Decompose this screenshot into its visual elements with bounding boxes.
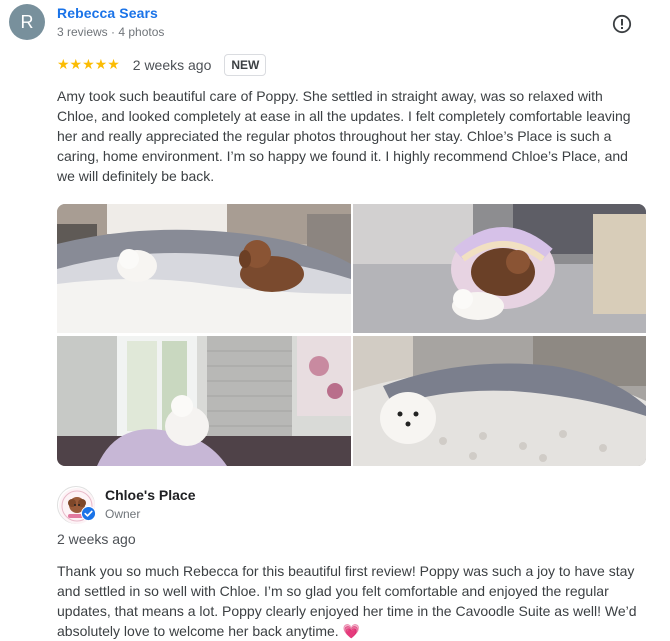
rating-row: ★★★★★ 2 weeks ago NEW [57, 54, 267, 76]
owner-reply-time: 2 weeks ago [57, 531, 136, 547]
reviewer-meta: 3 reviews · 4 photos [57, 25, 165, 39]
report-flag-icon[interactable] [612, 14, 632, 34]
reviewer-name-link[interactable]: Rebecca Sears [57, 5, 158, 21]
verified-badge-icon [81, 506, 96, 521]
owner-role: Owner [105, 507, 141, 521]
review-time: 2 weeks ago [132, 57, 212, 73]
reviewer-avatar[interactable]: R [9, 4, 45, 40]
dog-at-window-photo[interactable] [57, 336, 351, 466]
review-text: Amy took such beautiful care of Poppy. S… [57, 88, 631, 184]
new-badge: NEW [224, 54, 267, 76]
owner-reply-text: Thank you so much Rebecca for this beaut… [57, 561, 657, 641]
pink-heart-icon: 💗 [342, 624, 361, 640]
dog-under-blanket-photo[interactable] [353, 336, 646, 466]
owner-name: Chloe's Place [105, 487, 196, 503]
dogs-in-pet-bed-photo[interactable] [353, 204, 646, 333]
dogs-on-bed-photo[interactable] [57, 204, 351, 333]
star-rating: ★★★★★ [57, 57, 120, 73]
review-photo-grid [57, 204, 646, 466]
